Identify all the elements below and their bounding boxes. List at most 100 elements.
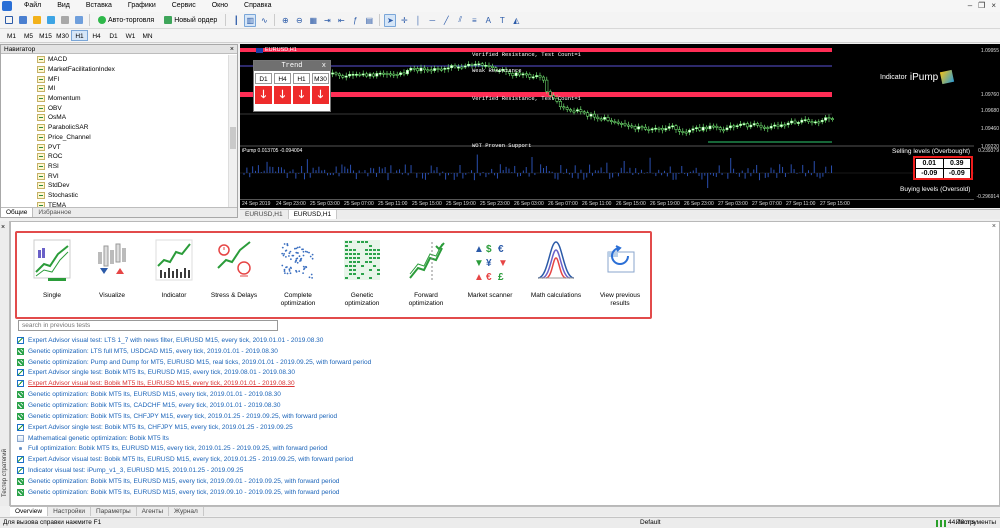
tab-overview[interactable]: Overview — [10, 507, 49, 516]
shapes-button[interactable]: ◭ — [510, 14, 522, 27]
mode-complete-optimization-button[interactable]: Complete optimization — [269, 236, 327, 316]
indicators-button[interactable]: ƒ — [349, 14, 361, 27]
zoom-in-button[interactable]: ⊕ — [279, 14, 291, 27]
previous-test-item[interactable]: Genetic optimization: Pump and Dump for … — [17, 357, 617, 368]
previous-test-item[interactable]: Genetic optimization: Bobik MT5 lts, CAD… — [17, 400, 617, 411]
navigator-item[interactable]: MACD — [1, 55, 229, 65]
zoom-out-button[interactable]: ⊖ — [293, 14, 305, 27]
navigator-item[interactable]: PVT — [1, 142, 229, 152]
tf-m30[interactable]: M30 — [54, 30, 71, 41]
previous-test-item[interactable]: Expert Advisor single test: Bobik MT5 lt… — [17, 368, 617, 379]
restore-icon[interactable]: ❐ — [978, 1, 985, 10]
navigator-item[interactable]: MFI — [1, 74, 229, 84]
market-watch-button[interactable] — [31, 14, 43, 27]
previous-test-item[interactable]: Expert Advisor visual test: LTS 1_7 with… — [17, 335, 617, 346]
navigator-item[interactable]: Price_Channel — [1, 133, 229, 143]
chart-tab-active[interactable]: EURUSD,H1 — [288, 210, 338, 219]
search-input[interactable]: search in previous tests — [18, 320, 278, 331]
close-icon[interactable]: × — [991, 1, 996, 10]
crosshair-button[interactable]: ✛ — [398, 14, 410, 27]
tf-d1[interactable]: D1 — [105, 30, 122, 41]
data-window-button[interactable] — [45, 14, 57, 27]
mode-market-scanner-button[interactable]: ▲ $ € ▼ ¥ ▼ ▲ € £ Market scanner — [461, 236, 519, 316]
profiles-button[interactable] — [17, 14, 29, 27]
tab-common[interactable]: Общие — [1, 208, 34, 217]
previous-test-item[interactable]: Genetic optimization: Bobik MT5 lts, EUR… — [17, 389, 617, 400]
navigator-item[interactable]: ROC — [1, 152, 229, 162]
menu-help[interactable]: Справка — [236, 0, 279, 12]
mode-genetic-optimization-button[interactable]: Genetic optimization — [333, 236, 391, 316]
previous-test-item[interactable]: Indicator visual test: iPump_v1_3, EURUS… — [17, 465, 617, 476]
close-icon[interactable]: x — [322, 61, 326, 71]
navigator-item[interactable]: ParabolicSAR — [1, 123, 229, 133]
mode-single-button[interactable]: Single — [23, 236, 81, 316]
candlestick-button[interactable]: ▥ — [244, 13, 257, 27]
tf-m1[interactable]: M1 — [3, 30, 20, 41]
navigator-scrollbar[interactable] — [228, 55, 237, 207]
new-chart-button[interactable] — [3, 14, 15, 27]
equidistant-channel-button[interactable]: ⫽ — [454, 14, 466, 27]
navigator-item[interactable]: TEMA — [1, 200, 229, 207]
cursor-button[interactable]: ➤ — [384, 13, 397, 27]
templates-button[interactable]: ▤ — [363, 14, 375, 27]
mode-indicator-button[interactable]: Indicator — [145, 236, 203, 316]
price-chart[interactable]: EURUSD,H1 Verified Resistance, Test Coun… — [240, 44, 974, 208]
status-tools[interactable]: Инструменты — [955, 518, 996, 528]
navigator-item[interactable]: MI — [1, 84, 229, 94]
chart-shift-button[interactable]: ⇤ — [335, 14, 347, 27]
previous-test-item[interactable]: Expert Advisor visual test: Bobik MT5 lt… — [17, 378, 617, 389]
menu-file[interactable]: Файл — [16, 0, 49, 12]
menu-view[interactable]: Вид — [49, 0, 78, 12]
tab-parameters[interactable]: Параметры — [91, 507, 137, 516]
previous-test-item[interactable]: Expert Advisor single test: Bobik MT5 lt… — [17, 422, 617, 433]
tf-h4[interactable]: H4 — [88, 30, 105, 41]
mode-visualize-button[interactable]: Visualize — [83, 236, 141, 316]
mode-view-previous-results-button[interactable]: View previous results — [591, 236, 649, 316]
bar-chart-button[interactable]: ┃ — [230, 14, 242, 27]
tile-windows-button[interactable]: ▦ — [307, 14, 319, 27]
previous-test-item[interactable]: Genetic optimization: LTS full MT5, USDC… — [17, 346, 617, 357]
vertical-line-button[interactable]: │ — [412, 14, 424, 27]
autotrading-button[interactable]: Авто-торговля — [94, 14, 158, 27]
previous-test-item[interactable]: Mathematical genetic optimization: Bobik… — [17, 433, 617, 444]
mode-math-calculations-button[interactable]: Math calculations — [527, 236, 585, 316]
minimize-icon[interactable]: – — [968, 1, 972, 10]
close-icon[interactable]: × — [1, 224, 5, 231]
horizontal-line-button[interactable]: ─ — [426, 14, 438, 27]
navigator-item[interactable]: Momentum — [1, 94, 229, 104]
close-icon[interactable]: × — [992, 223, 996, 230]
menu-charts[interactable]: Графики — [120, 0, 164, 12]
text-label-button[interactable]: T — [496, 14, 508, 27]
previous-test-item[interactable]: Expert Advisor visual test: Bobik MT5 lt… — [17, 454, 617, 465]
navigator-item[interactable]: RVI — [1, 171, 229, 181]
navigator-item[interactable]: StdDev — [1, 181, 229, 191]
auto-scroll-button[interactable]: ⇥ — [321, 14, 333, 27]
trendline-button[interactable]: ╱ — [440, 14, 452, 27]
mode-stress-delays-button[interactable]: Stress & Delays — [205, 236, 263, 316]
close-icon[interactable]: × — [230, 45, 234, 54]
tf-h1[interactable]: H1 — [71, 30, 88, 41]
line-chart-button[interactable]: ∿ — [258, 14, 270, 27]
new-order-button[interactable]: Новый ордер — [160, 14, 221, 27]
tf-m15[interactable]: M15 — [37, 30, 54, 41]
previous-test-item[interactable]: Genetic optimization: Bobik MT5 lts, EUR… — [17, 476, 617, 487]
fibonacci-button[interactable]: ≡ — [468, 14, 480, 27]
navigator-item[interactable]: MarketFacilitationIndex — [1, 65, 229, 75]
tab-agents[interactable]: Агенты — [137, 507, 170, 516]
tf-w1[interactable]: W1 — [122, 30, 139, 41]
navigator-item[interactable]: OBV — [1, 103, 229, 113]
mode-forward-optimization-button[interactable]: Forward optimization — [397, 236, 455, 316]
navigator-button[interactable] — [59, 14, 71, 27]
previous-test-item[interactable]: Genetic optimization: Bobik MT5 lts, CHF… — [17, 411, 617, 422]
menu-window[interactable]: Окно — [204, 0, 236, 12]
terminal-button[interactable] — [73, 14, 85, 27]
tab-favorites[interactable]: Избранное — [33, 208, 76, 217]
navigator-item[interactable]: OsMA — [1, 113, 229, 123]
scrollbar-thumb[interactable] — [230, 127, 236, 149]
previous-test-item[interactable]: Genetic optimization: Bobik MT5 lts, EUR… — [17, 487, 617, 498]
trend-panel[interactable]: Trend x D1 🡓 H4 🡓 H1 🡓 M30 🡓 — [253, 60, 331, 112]
tf-m5[interactable]: M5 — [20, 30, 37, 41]
text-button[interactable]: A — [482, 14, 494, 27]
chart-tab[interactable]: EURUSD,H1 — [240, 210, 289, 219]
previous-test-item[interactable]: Full optimization: Bobik MT5 lts, EURUSD… — [17, 443, 617, 454]
